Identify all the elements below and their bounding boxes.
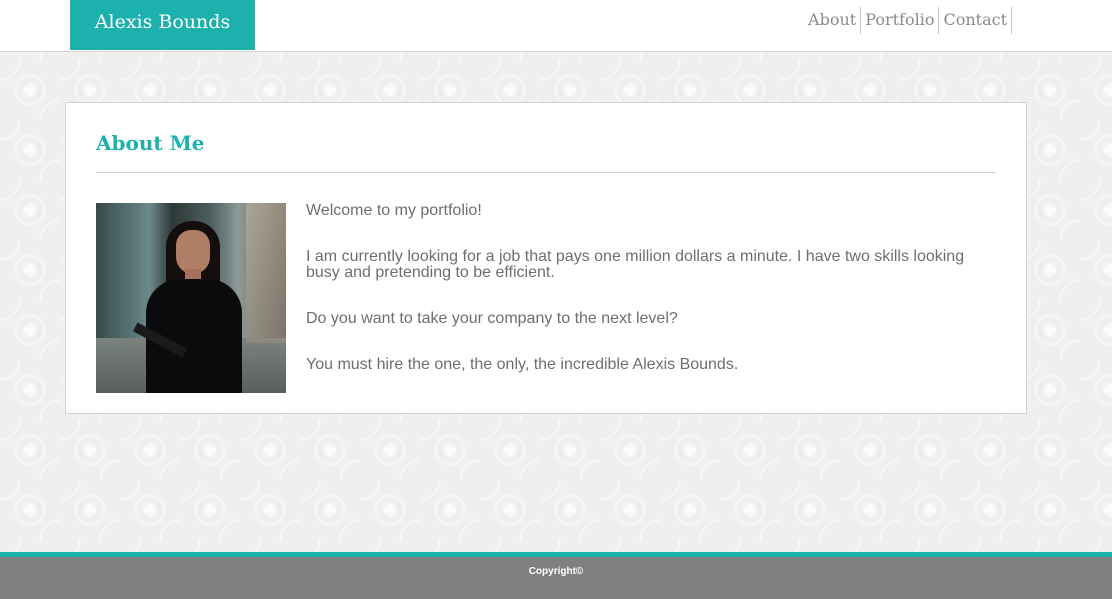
copyright-text: Copyright© bbox=[528, 566, 584, 577]
page-title: About Me bbox=[96, 131, 205, 155]
nav-link-portfolio[interactable]: Portfolio bbox=[861, 7, 940, 34]
bio-paragraph: Do you want to take your company to the … bbox=[306, 310, 678, 327]
profile-photo bbox=[96, 203, 286, 393]
photo-window bbox=[246, 203, 286, 343]
bio-paragraph: I am currently looking for a job that pa… bbox=[306, 248, 965, 281]
nav-link-about[interactable]: About bbox=[804, 7, 862, 34]
brand-logo[interactable]: Alexis Bounds bbox=[70, 0, 255, 50]
about-card: About Me Welcome to my portfolio! I am c… bbox=[65, 102, 1027, 414]
bio-text: Welcome to my portfolio! I am currently … bbox=[306, 203, 986, 403]
bio-paragraph: You must hire the one, the only, the inc… bbox=[306, 356, 739, 373]
divider bbox=[96, 172, 996, 173]
nav-link-contact[interactable]: Contact bbox=[939, 7, 1012, 34]
bio-paragraph: Welcome to my portfolio! bbox=[306, 202, 482, 219]
photo-face bbox=[176, 230, 210, 274]
site-footer: Copyright© bbox=[0, 552, 1112, 599]
site-header: Alexis Bounds About Portfolio Contact bbox=[0, 0, 1112, 52]
main-nav: About Portfolio Contact bbox=[804, 7, 1012, 34]
